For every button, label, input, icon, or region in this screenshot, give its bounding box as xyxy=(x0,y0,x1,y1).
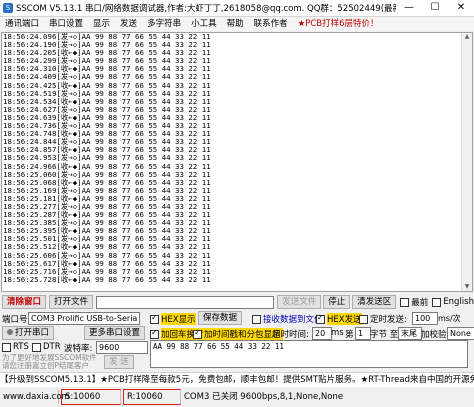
received-counter: R:10060 xyxy=(123,389,181,405)
log-hex-data: AA 99 88 77 66 55 44 33 22 11 xyxy=(81,274,211,284)
menu-serial-settings[interactable]: 串口设置 xyxy=(44,17,88,31)
byte-end-select[interactable]: 末尾 xyxy=(398,327,422,340)
title-bar: S SSCOM V5.13.1 串口/网络数据调试器,作者:大虾丁丁,26180… xyxy=(0,0,474,17)
checksum-select[interactable]: None xyxy=(447,327,474,340)
open-file-button[interactable]: 打开文件 xyxy=(49,295,94,309)
port-label: 端口号 xyxy=(2,315,28,325)
ad-banner[interactable]: 【升级到SSCOM5.13.1】★PCB打样降至每款5元，免费包邮，顺丰包邮！提… xyxy=(0,372,474,387)
rts-label: RTS xyxy=(13,342,29,352)
open-port-button[interactable]: 打开串口 xyxy=(2,326,55,340)
scroll-down-icon[interactable]: ▼ xyxy=(463,283,471,291)
dtr-checkbox[interactable]: DTR xyxy=(32,342,61,352)
promo-line-2: 请您注册嘉立创P结尾客户 xyxy=(2,361,90,370)
hex-send-label: HEX发送 xyxy=(327,313,362,325)
dtr-label: DTR xyxy=(43,342,61,352)
control-panel: 端口号 COM3 Prolific USB-to-Seria HEX显示 保存数… xyxy=(0,311,474,371)
save-data-button[interactable]: 保存数据 xyxy=(198,311,243,325)
port-select[interactable]: COM3 Prolific USB-to-Seria xyxy=(28,312,140,325)
scroll-up-icon[interactable]: ▲ xyxy=(463,33,471,41)
sent-counter: S:10060 xyxy=(61,389,121,405)
timeout-label: 超时时间: xyxy=(272,330,309,340)
clear-send-button[interactable]: 清发送区 xyxy=(352,295,397,309)
log-direction: 收←◆ xyxy=(60,274,78,284)
window-title: SSCOM V5.13.1 串口/网络数据调试器,作者:大虾丁丁,2618058… xyxy=(16,4,396,14)
menu-send[interactable]: 发送 xyxy=(115,17,142,31)
vertical-scrollbar[interactable]: ▲ ▼ xyxy=(461,33,472,291)
send-text-area[interactable]: AA 99 88 77 66 55 44 33 22 11 xyxy=(150,340,468,368)
menu-bar: 通讯端口 串口设置 显示 发送 多字符串 小工具 帮助 联系作者 ★PCB打样6… xyxy=(0,17,474,31)
english-label: English xyxy=(443,297,474,307)
send-button[interactable]: 发 送 xyxy=(104,355,134,369)
app-icon: S xyxy=(3,3,13,13)
menu-tools[interactable]: 小工具 xyxy=(186,17,222,31)
menu-comm-port[interactable]: 通讯端口 xyxy=(0,17,44,31)
maximize-button[interactable]: ☐ xyxy=(422,0,448,16)
interval-unit: ms/次 xyxy=(438,314,461,323)
timeout-unit: ms xyxy=(331,328,344,338)
port-status-icon xyxy=(7,329,13,335)
more-settings-button[interactable]: 更多串口设置 xyxy=(84,326,146,340)
stop-button[interactable]: 停止 xyxy=(323,295,351,309)
on-top-label: 最前 xyxy=(411,298,429,308)
hex-send-checkbox[interactable]: HEX发送 xyxy=(316,313,362,325)
menu-multi-string[interactable]: 多字符串 xyxy=(142,17,186,31)
receive-output[interactable]: 18:56:24.096[发→◇]AA 99 88 77 66 55 44 33… xyxy=(1,32,473,292)
byte-to-label: 字节 至 xyxy=(370,330,399,340)
byte-from-label: 第 xyxy=(345,330,354,340)
byte-from-input[interactable]: 1 xyxy=(355,327,371,340)
english-checkbox[interactable]: English xyxy=(432,297,474,307)
clear-window-button[interactable]: 清除窗口 xyxy=(2,295,47,309)
minimize-button[interactable]: — xyxy=(396,0,422,16)
port-state: COM3 已关闭 9600bps,8,1,None,None xyxy=(184,392,344,402)
timeout-input[interactable]: 20 xyxy=(312,327,332,340)
file-path-input[interactable] xyxy=(96,295,275,309)
hex-display-checkbox[interactable]: HEX显示 xyxy=(150,313,196,325)
send-file-button[interactable]: 发送文件 xyxy=(277,295,322,309)
menu-pcb-ad[interactable]: ★PCB打样6层特价！ xyxy=(293,17,384,31)
recv-to-file-checkbox[interactable]: 接收数据到文件 xyxy=(252,313,323,325)
open-port-label: 打开串口 xyxy=(15,328,50,338)
timed-send-checkbox[interactable]: 定时发送: xyxy=(359,313,407,325)
baud-select[interactable]: 9600 xyxy=(96,341,148,354)
file-button-row: 清除窗口 打开文件 发送文件 停止 清发送区 最前 English xyxy=(0,294,474,310)
log-timestamp: 18:56:25.728 xyxy=(3,274,57,284)
menu-contact-author[interactable]: 联系作者 xyxy=(249,17,293,31)
checksum-label: 加校验 xyxy=(421,330,447,340)
rts-checkbox[interactable]: RTS xyxy=(2,342,29,352)
on-top-checkbox[interactable]: 最前 xyxy=(400,296,428,308)
interval-input[interactable]: 100 xyxy=(412,312,438,325)
log-list: 18:56:24.096[发→◇]AA 99 88 77 66 55 44 33… xyxy=(2,33,472,284)
log-line: 18:56:25.728[收←◆]AA 99 88 77 66 55 44 33… xyxy=(3,274,211,284)
hex-display-label: HEX显示 xyxy=(161,313,196,325)
timestamp-checkbox[interactable]: 加时间戳和分包显示. xyxy=(193,328,284,340)
menu-display[interactable]: 显示 xyxy=(88,17,115,31)
website-link[interactable]: www.daxia.com xyxy=(0,390,70,404)
timed-send-label: 定时发送: xyxy=(370,315,407,325)
status-bar: www.daxia.com S:10060 R:10060 COM3 已关闭 9… xyxy=(0,387,474,407)
menu-help[interactable]: 帮助 xyxy=(222,17,249,31)
recv-to-file-label: 接收数据到文件 xyxy=(263,315,323,325)
close-button[interactable]: ✕ xyxy=(448,0,474,16)
